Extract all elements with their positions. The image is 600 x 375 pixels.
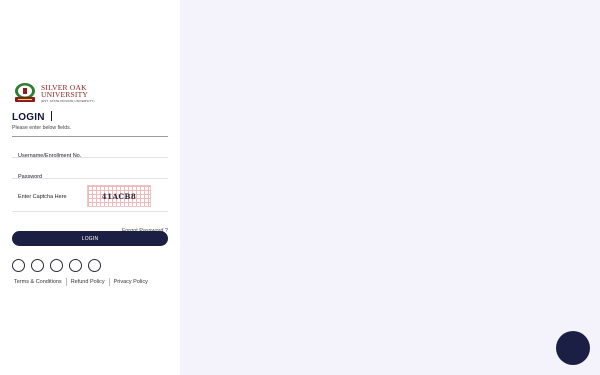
login-button[interactable]: LOGIN — [12, 231, 168, 246]
text-cursor — [50, 111, 52, 121]
logo-name-line2: UNIVERSITY — [41, 90, 88, 99]
youtube-icon[interactable] — [88, 259, 101, 272]
login-heading-text: LOGIN — [12, 112, 45, 123]
terms-link[interactable]: Terms & Conditions — [12, 279, 64, 285]
logo-tagline: (EST. STATE PRIVATE UNIVERSITY) — [41, 98, 95, 103]
twitter-icon[interactable] — [31, 259, 44, 272]
login-subtitle: Please enter below fields. — [12, 125, 72, 131]
password-field-wrap — [12, 165, 168, 183]
instagram-icon[interactable] — [50, 259, 63, 272]
login-panel: SILVER OAK UNIVERSITY (EST. STATE PRIVAT… — [0, 0, 180, 375]
privacy-policy-link[interactable]: Privacy Policy — [112, 279, 150, 285]
captcha-code: 41ACB8 — [101, 192, 137, 201]
divider — [12, 136, 168, 137]
linkedin-icon[interactable] — [69, 259, 82, 272]
chat-icon[interactable] — [556, 331, 590, 365]
university-logo: SILVER OAK UNIVERSITY (EST. STATE PRIVAT… — [12, 82, 95, 104]
captcha-image: 41ACB8 — [87, 185, 151, 207]
captcha-input[interactable] — [12, 192, 82, 202]
separator — [65, 278, 67, 286]
login-heading: LOGIN — [12, 111, 52, 123]
footer-links: Terms & Conditions Refund Policy Privacy… — [12, 278, 150, 286]
separator — [108, 278, 110, 286]
captcha-row: 41ACB8 — [12, 184, 168, 212]
username-field-wrap — [12, 144, 168, 162]
password-input[interactable] — [12, 171, 168, 183]
username-input[interactable] — [12, 150, 168, 162]
refund-policy-link[interactable]: Refund Policy — [69, 279, 107, 285]
background-panel — [180, 0, 600, 375]
social-links — [12, 259, 107, 272]
university-emblem-icon — [15, 83, 35, 102]
facebook-icon[interactable] — [12, 259, 25, 272]
